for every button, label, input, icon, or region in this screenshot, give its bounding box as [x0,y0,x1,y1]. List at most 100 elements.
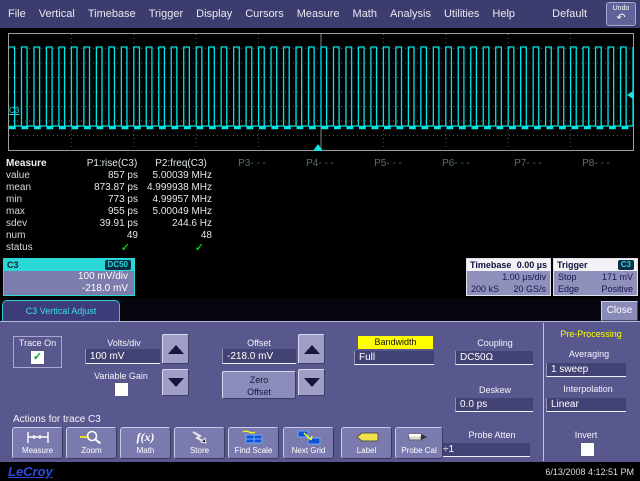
menu-bar: File Vertical Timebase Trigger Display C… [0,0,640,28]
p7-header[interactable]: P7- - - [490,158,566,170]
label-tool-label: Label [342,446,391,455]
timebase-descriptor[interactable]: Timebase 0.00 µs 1.00 µs/div 200 kS 20 G… [466,258,551,296]
zero-offset-label-line1: Zero [250,375,269,385]
invert-label: Invert [556,430,616,440]
offset-increase-button[interactable] [298,334,325,364]
menu-measure[interactable]: Measure [297,8,340,20]
coupling-select[interactable]: DC50Ω [455,351,533,365]
trigger-level: 171 mV [602,271,633,283]
label-tool-button[interactable]: Label [341,427,392,459]
p8-header[interactable]: P8- - - [566,158,626,170]
p3-header[interactable]: P3- - - [218,158,286,170]
menu-vertical[interactable]: Vertical [39,8,75,20]
lecroy-logo: LeCroy [8,464,53,479]
row-label-value: value [6,170,80,182]
variable-gain-checkbox[interactable] [114,382,129,397]
zoom-icon [67,428,116,446]
trace-c3-label[interactable]: C3 [9,106,19,115]
menu-trigger[interactable]: Trigger [149,8,183,20]
close-button[interactable]: Close [601,301,638,321]
row-label-status: status [6,242,80,254]
trigger-time-marker-icon[interactable] [313,144,323,151]
trace-on-checkbox[interactable]: ✓ [30,350,45,365]
volts-div-decrease-button[interactable] [162,369,189,396]
oscilloscope-screen: File Vertical Timebase Trigger Display C… [0,0,640,481]
p1-num: 49 [80,230,144,242]
down-arrow-icon [168,378,184,387]
timebase-title: Timebase [470,260,511,270]
zero-offset-button[interactable]: Zero Offset [222,371,296,399]
label-icon [342,428,391,446]
next-grid-button[interactable]: Next Grid [283,427,334,459]
menu-cursors[interactable]: Cursors [245,8,284,20]
menu-file[interactable]: File [8,8,26,20]
measure-tool-button[interactable]: Measure [12,427,63,459]
probe-cal-icon [396,428,442,446]
trigger-mode: Stop [558,271,577,283]
offset-label: Offset [222,338,296,348]
zero-offset-label-line2: Offset [247,387,271,397]
p2-status-check-icon: ✓ [144,242,218,254]
trigger-source-badge: C3 [618,260,634,270]
measure-table: Measure P1:rise(C3) P2:freq(C3) P3- - - … [6,158,636,254]
waveform-display: C3 [0,28,640,158]
row-label-mean: mean [6,182,80,194]
coupling-label: Coupling [457,338,533,348]
zoom-tool-button[interactable]: Zoom [66,427,117,459]
menu-math[interactable]: Math [353,8,377,20]
up-arrow-icon [168,345,184,354]
p4-header[interactable]: P4- - - [286,158,354,170]
math-tool-label: Math [121,446,170,455]
menu-help[interactable]: Help [492,8,515,20]
up-arrow-icon [304,345,320,354]
volts-div-increase-button[interactable] [162,334,189,364]
actions-for-trace-label: Actions for trace C3 [13,414,153,425]
interpolation-select[interactable]: Linear [546,398,626,412]
menu-analysis[interactable]: Analysis [390,8,431,20]
math-tool-button[interactable]: f(x) Math [120,427,171,459]
bandwidth-label: Bandwidth [358,336,433,349]
store-icon [175,428,224,446]
find-scale-icon [229,428,278,446]
undo-icon: ↶ [607,13,635,23]
channel-c3-descriptor[interactable]: C3 DC50 100 mV/div -218.0 mV [3,258,135,296]
preprocessing-title: Pre-Processing [546,329,636,339]
p5-header[interactable]: P5- - - [354,158,422,170]
menu-timebase[interactable]: Timebase [88,8,136,20]
find-scale-label: Find Scale [229,446,278,455]
datetime-label: 6/13/2008 4:12:51 PM [545,467,634,477]
p6-header[interactable]: P6- - - [422,158,490,170]
invert-checkbox[interactable] [580,442,595,457]
next-grid-icon [284,428,333,446]
offset-field[interactable]: -218.0 mV [222,349,296,364]
probe-cal-button[interactable]: Probe Cal [395,427,443,459]
averaging-field[interactable]: 1 sweep [546,363,626,377]
variable-gain-label: Variable Gain [78,371,164,381]
trace-on-group: Trace On ✓ [13,336,62,368]
menu-display[interactable]: Display [196,8,232,20]
p2-sdev: 244.6 Hz [144,218,218,230]
measure-icon [13,428,62,446]
volts-div-field[interactable]: 100 mV [85,349,160,364]
graticule [8,33,634,151]
trace-on-label: Trace On [14,338,61,348]
p1-min: 773 ps [80,194,144,206]
bandwidth-select[interactable]: Full [354,351,434,365]
store-tool-button[interactable]: Store [174,427,225,459]
p2-header[interactable]: P2:freq(C3) [144,158,218,170]
p2-value: 5.00039 MHz [144,170,218,182]
p1-value: 857 ps [80,170,144,182]
default-setup-label[interactable]: Default [552,8,587,20]
measure-title: Measure [6,158,80,170]
probe-atten-field[interactable]: ÷1 [438,443,530,457]
volts-div-label: Volts/div [86,338,162,348]
deskew-field[interactable]: 0.0 ps [455,398,533,412]
trigger-descriptor[interactable]: Trigger C3 Stop 171 mV Edge Positive [553,258,638,296]
offset-decrease-button[interactable] [298,369,325,396]
menu-utilities[interactable]: Utilities [444,8,479,20]
find-scale-button[interactable]: Find Scale [228,427,279,459]
undo-button[interactable]: Undo ↶ [606,2,636,26]
tab-c3-vertical-adjust[interactable]: C3 Vertical Adjust [2,300,120,322]
p1-header[interactable]: P1:rise(C3) [80,158,144,170]
trigger-level-marker-icon[interactable] [627,91,633,99]
